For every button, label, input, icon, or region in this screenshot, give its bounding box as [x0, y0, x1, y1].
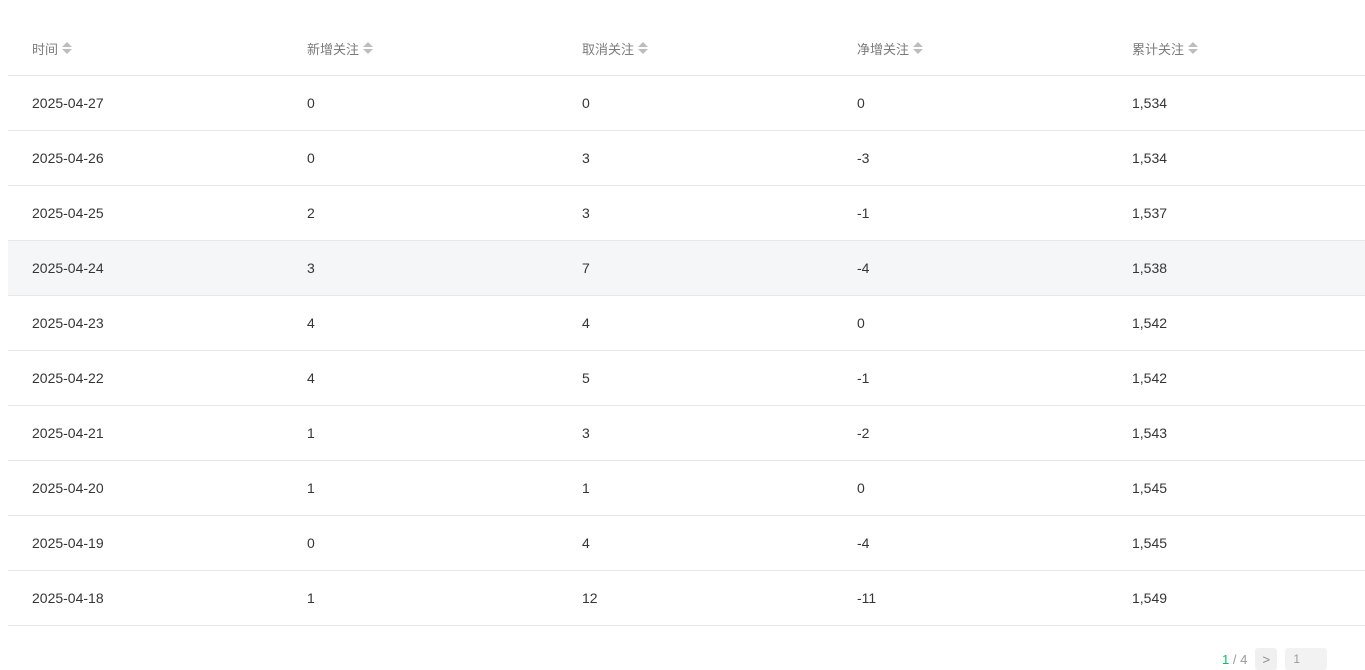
- cell-unfollows: 4: [582, 315, 590, 331]
- cell-total-follows: 1,538: [1132, 260, 1168, 276]
- cell-new-follows: 0: [307, 95, 315, 111]
- column-header-label: 时间: [32, 41, 59, 57]
- cell-date: 2025-04-23: [32, 315, 104, 331]
- next-page-button[interactable]: >: [1255, 648, 1278, 670]
- table-row: 2025-04-22 4 5 -1 1,542: [8, 351, 1365, 406]
- cell-new-follows: 1: [307, 480, 315, 496]
- cell-total-follows: 1,549: [1132, 590, 1168, 606]
- cell-total-follows: 1,534: [1132, 95, 1168, 111]
- cell-date: 2025-04-22: [32, 370, 104, 386]
- cell-new-follows: 4: [307, 370, 315, 386]
- cell-unfollows: 5: [582, 370, 590, 386]
- page-separator: /: [1232, 651, 1237, 667]
- cell-date: 2025-04-21: [32, 425, 104, 441]
- cell-net-follows: 0: [857, 315, 865, 331]
- cell-net-follows: -4: [857, 260, 870, 276]
- table-row: 2025-04-26 0 3 -3 1,534: [8, 131, 1365, 186]
- cell-total-follows: 1,542: [1132, 315, 1168, 331]
- column-header-label: 取消关注: [582, 41, 635, 57]
- cell-date: 2025-04-19: [32, 535, 104, 551]
- cell-total-follows: 1,545: [1132, 535, 1168, 551]
- table-row: 2025-04-27 0 0 0 1,534: [8, 76, 1365, 131]
- cell-total-follows: 1,545: [1132, 480, 1168, 496]
- cell-date: 2025-04-26: [32, 150, 104, 166]
- cell-total-follows: 1,534: [1132, 150, 1168, 166]
- cell-date: 2025-04-25: [32, 205, 104, 221]
- sort-icon[interactable]: [638, 42, 649, 54]
- sort-icon[interactable]: [363, 42, 374, 54]
- cell-net-follows: -3: [857, 150, 870, 166]
- cell-date: 2025-04-27: [32, 95, 104, 111]
- data-table: 时间 新增关注 取消关注 净增关注 累计关注 2025-04-27 0 0 0 1,53…: [8, 21, 1365, 626]
- cell-new-follows: 1: [307, 425, 315, 441]
- cell-unfollows: 0: [582, 95, 590, 111]
- column-header-label: 新增关注: [307, 41, 360, 57]
- sort-icon[interactable]: [913, 42, 924, 54]
- table-row: 2025-04-25 2 3 -1 1,537: [8, 186, 1365, 241]
- cell-unfollows: 4: [582, 535, 590, 551]
- cell-unfollows: 3: [582, 150, 590, 166]
- cell-total-follows: 1,542: [1132, 370, 1168, 386]
- cell-unfollows: 3: [582, 205, 590, 221]
- table-row: 2025-04-24 3 7 -4 1,538: [8, 241, 1365, 296]
- cell-total-follows: 1,537: [1132, 205, 1168, 221]
- cell-net-follows: -1: [857, 205, 870, 221]
- cell-new-follows: 2: [307, 205, 315, 221]
- page-indicator: 1 / 4: [1222, 652, 1247, 667]
- pagination: 1 / 4 > 1: [1222, 648, 1328, 670]
- cell-net-follows: 0: [857, 480, 865, 496]
- table-row: 2025-04-19 0 4 -4 1,545: [8, 516, 1365, 571]
- column-header-unfollows[interactable]: 取消关注: [558, 39, 833, 58]
- table-row: 2025-04-18 1 12 -11 1,549: [8, 571, 1365, 626]
- cell-unfollows: 1: [582, 480, 590, 496]
- table-row: 2025-04-23 4 4 0 1,542: [8, 296, 1365, 351]
- table-body: 2025-04-27 0 0 0 1,534 2025-04-26 0 3 -3 1,534 202…: [8, 76, 1365, 626]
- table-row: 2025-04-21 1 3 -2 1,543: [8, 406, 1365, 461]
- sort-icon[interactable]: [1188, 42, 1199, 54]
- column-header-label: 净增关注: [857, 41, 910, 57]
- cell-new-follows: 1: [307, 590, 315, 606]
- cell-date: 2025-04-20: [32, 480, 104, 496]
- cell-net-follows: 0: [857, 95, 865, 111]
- sort-icon[interactable]: [62, 42, 73, 54]
- cell-unfollows: 7: [582, 260, 590, 276]
- cell-unfollows: 12: [582, 590, 598, 606]
- column-header-total-follows[interactable]: 累计关注: [1108, 39, 1365, 58]
- cell-new-follows: 0: [307, 150, 315, 166]
- cell-date: 2025-04-24: [32, 260, 104, 276]
- column-header-net-follows[interactable]: 净增关注: [833, 39, 1108, 58]
- column-header-new-follows[interactable]: 新增关注: [283, 39, 558, 58]
- table-header: 时间 新增关注 取消关注 净增关注 累计关注: [8, 21, 1365, 76]
- current-page: 1: [1222, 651, 1230, 667]
- cell-new-follows: 0: [307, 535, 315, 551]
- cell-new-follows: 3: [307, 260, 315, 276]
- cell-total-follows: 1,543: [1132, 425, 1168, 441]
- cell-net-follows: -11: [857, 590, 877, 606]
- column-header-time[interactable]: 时间: [8, 39, 283, 58]
- cell-net-follows: -1: [857, 370, 870, 386]
- table-row: 2025-04-20 1 1 0 1,545: [8, 461, 1365, 516]
- cell-net-follows: -4: [857, 535, 870, 551]
- cell-date: 2025-04-18: [32, 590, 104, 606]
- cell-new-follows: 4: [307, 315, 315, 331]
- total-pages: 4: [1240, 651, 1248, 667]
- cell-net-follows: -2: [857, 425, 870, 441]
- page-jump-input[interactable]: 1: [1285, 648, 1328, 670]
- cell-unfollows: 3: [582, 425, 590, 441]
- column-header-label: 累计关注: [1132, 41, 1185, 57]
